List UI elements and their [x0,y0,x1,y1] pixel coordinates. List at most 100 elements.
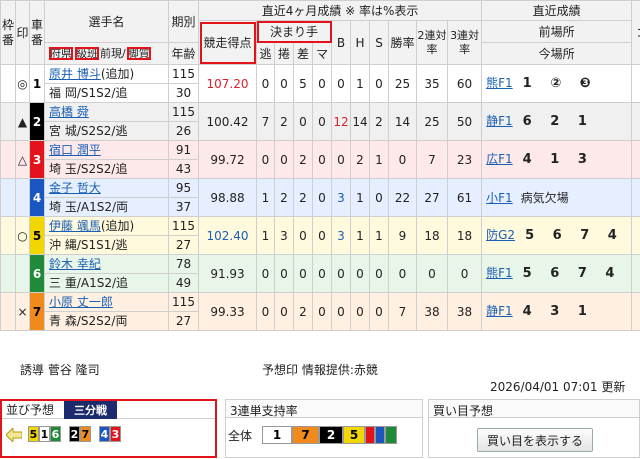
lineup-chip: 7 [80,426,91,442]
rider-subheader: 府県 級班 前現/脚質 [44,42,169,65]
kimarite-header: 決まり手 [256,20,332,43]
nige-header: 逃 [256,42,275,65]
show-bets-button[interactable]: 買い目を表示する [477,428,593,452]
recent-results: 静F1 4 3 1 [481,292,633,331]
makuri-cell: 3 [274,216,294,255]
makuri-cell: 0 [274,140,294,179]
mark-k-header: マ [312,42,332,65]
mark-k-cell: 0 [312,140,332,179]
rider-name[interactable]: 伊藤 颯馬(追加) [44,216,169,236]
extra-header: コ [631,0,640,65]
lineup-title-bar: 並び予想 三分戦 [2,400,215,419]
rate2-cell: 7 [416,140,448,179]
rider-link[interactable]: 小原 丈一郎 [49,295,113,309]
lineup-group: 4 3 [99,426,121,442]
rider-detail: 三 重/A1S2/追 [44,273,169,293]
support-segment [375,426,385,444]
rate3-cell: 60 [446,64,483,103]
venue-link[interactable]: 静F1 [486,304,513,318]
venue-link[interactable]: 静F1 [486,114,513,128]
sashi-cell: 2 [293,292,313,331]
rider-name[interactable]: 鈴木 幸紀 [44,254,169,274]
rider-link[interactable]: 伊藤 颯馬 [49,219,101,233]
support-segment: 2 [319,426,343,444]
mark-k-cell: 0 [312,292,332,331]
b-cell: 0 [331,254,351,293]
inducer-text: 誘導 菅谷 隆司 [20,363,100,377]
extra-cell [631,254,640,293]
venue-link[interactable]: 広F1 [486,152,513,166]
nige-cell: 7 [256,102,275,141]
rider-link[interactable]: 金子 哲大 [49,181,101,195]
score-cell: 99.72 [198,140,257,179]
s-cell: 0 [369,254,389,293]
b-cell: 3 [331,178,351,217]
recent-results: 広F1 4 1 3 [481,140,633,179]
rider-link[interactable]: 原井 博斗 [49,67,101,81]
rider-link[interactable]: 鈴木 幸紀 [49,257,101,271]
lineup-chip: 5 [28,426,39,442]
win-cell: 0 [388,140,417,179]
venue-link[interactable]: 小F1 [486,191,513,205]
h-cell: 1 [350,64,370,103]
frame-cell [0,64,16,103]
win-cell: 14 [388,102,417,141]
support-segment: 5 [343,426,365,444]
entry-table: 枠番 印 車番 選手名 期別 直近4ヶ月成績 ※ 率は%表示 直近成績 コ 競走… [0,0,640,331]
win-cell: 9 [388,216,417,255]
term-cell: 78 [168,254,199,274]
venue-link[interactable]: 熊F1 [486,76,513,90]
recent-results: 防G2 5 6 7 4 [481,216,633,255]
rider-link[interactable]: 高橋 舜 [49,105,89,119]
updated-time: 2026/04/01 07:01 更新 [490,380,626,394]
frame-cell [0,292,16,331]
frame-cell [0,178,16,217]
recent-results: 熊F1 1 ② ❸ [481,64,633,103]
term-cell: 91 [168,140,199,160]
frame-cell [0,102,16,141]
extra-cell [631,178,640,217]
score-cell: 107.20 [198,64,257,103]
rate2-cell: 0 [416,254,448,293]
makuri-cell: 0 [274,64,294,103]
mark-cell: ◎ [15,64,30,103]
mark-cell: × [15,292,30,331]
rider-detail: 沖 縄/S1S1/逃 [44,235,169,255]
lineup-title: 並び予想 [6,403,55,417]
mark-cell [15,254,30,293]
rate2-cell: 35 [416,64,448,103]
frame-cell [0,254,16,293]
support-segment [385,426,397,444]
rider-name[interactable]: 金子 哲大 [44,178,169,198]
term-cell: 115 [168,292,199,312]
venue-link[interactable]: 防G2 [486,228,515,242]
rider-name[interactable]: 原井 博斗(追加) [44,64,169,84]
mark-k-cell: 0 [312,178,332,217]
h-cell: 0 [350,292,370,331]
mark-k-cell: 0 [312,102,332,141]
rank-list: 5 6 7 4 [522,266,622,281]
sashi-cell: 2 [293,178,313,217]
support-panel: 3連単支持率 全体 1 7 2 5 [225,399,423,458]
nige-cell: 1 [256,216,275,255]
age-cell: 27 [168,235,199,255]
sashi-cell: 0 [293,254,313,293]
lineup-chip: 1 [39,426,50,442]
rider-name[interactable]: 高橋 舜 [44,102,169,122]
car-number: 7 [29,292,45,331]
rank-list: 1 ② ❸ [522,76,598,91]
mark-k-cell: 0 [312,64,332,103]
venue-link[interactable]: 熊F1 [486,266,513,280]
age-cell: 43 [168,159,199,179]
rate2-cell: 38 [416,292,448,331]
term-cell: 115 [168,102,199,122]
term-cell: 95 [168,178,199,198]
rider-link[interactable]: 宿口 潤平 [49,143,101,157]
rate3-cell: 23 [446,140,483,179]
rider-header-label: 選手名 [88,14,125,29]
rate2-cell: 18 [416,216,448,255]
score-cell: 102.40 [198,216,257,255]
rider-name[interactable]: 宿口 潤平 [44,140,169,160]
style-header: 脚質 [126,47,151,60]
rider-name[interactable]: 小原 丈一郎 [44,292,169,312]
